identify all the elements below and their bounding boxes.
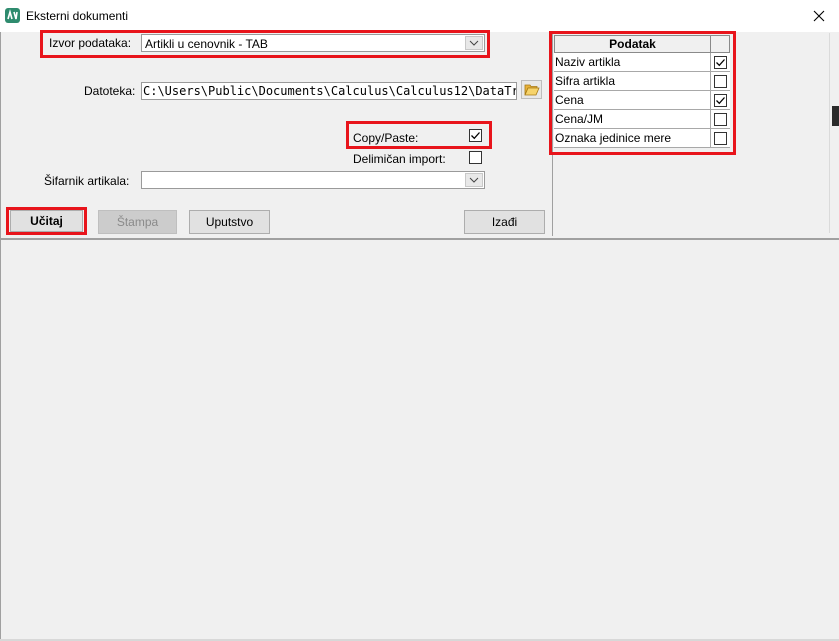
field-cell bbox=[711, 91, 730, 109]
checkmark-icon bbox=[471, 132, 480, 140]
item-catalog-select[interactable] bbox=[141, 171, 485, 189]
field-name: Oznaka jedinice mere bbox=[554, 129, 711, 147]
field-name: Cena bbox=[554, 91, 711, 109]
partial-import-checkbox[interactable] bbox=[469, 151, 482, 164]
field-name: Naziv artikla bbox=[554, 53, 711, 71]
table-row[interactable]: Oznaka jedinice mere bbox=[554, 129, 730, 148]
table-row[interactable]: Sifra artikla bbox=[554, 72, 730, 91]
field-cell bbox=[711, 53, 730, 71]
close-button[interactable] bbox=[810, 7, 828, 25]
chevron-down-icon[interactable] bbox=[465, 173, 483, 187]
field-cell bbox=[711, 110, 730, 128]
file-path-input[interactable]: C:\Users\Public\Documents\Calculus\Calcu… bbox=[141, 82, 517, 100]
calculus-logo-icon bbox=[5, 8, 20, 23]
copy-paste-checkbox[interactable] bbox=[469, 129, 482, 142]
checkmark-icon bbox=[716, 58, 725, 66]
field-name: Sifra artikla bbox=[554, 72, 711, 90]
field-name: Cena/JM bbox=[554, 110, 711, 128]
field-checkbox[interactable] bbox=[714, 74, 727, 88]
data-fields-table: Podatak Naziv artikla Sifra artikla Cena Ce… bbox=[554, 35, 730, 148]
source-select-value: Artikli u cenovnik - TAB bbox=[145, 37, 268, 51]
table-row[interactable]: Cena/JM bbox=[554, 110, 730, 129]
load-button[interactable]: Učitaj bbox=[10, 210, 83, 232]
print-button: Štampa bbox=[98, 210, 177, 234]
field-checkbox[interactable] bbox=[714, 55, 727, 69]
field-cell bbox=[711, 72, 730, 90]
column-header-check bbox=[711, 35, 730, 53]
table-row[interactable]: Cena bbox=[554, 91, 730, 110]
source-label: Izvor podataka: bbox=[49, 36, 132, 50]
item-catalog-label: Šifarnik artikala: bbox=[44, 174, 130, 188]
file-label: Datoteka: bbox=[84, 84, 136, 98]
field-checkbox[interactable] bbox=[714, 112, 727, 126]
exit-button[interactable]: Izađi bbox=[464, 210, 545, 234]
copy-paste-label: Copy/Paste: bbox=[353, 131, 419, 145]
browse-folder-button[interactable] bbox=[521, 80, 542, 99]
close-icon bbox=[813, 10, 825, 22]
checkmark-icon bbox=[716, 96, 725, 104]
field-checkbox[interactable] bbox=[714, 93, 727, 107]
partial-import-label: Delimičan import: bbox=[353, 152, 446, 166]
window-title: Eksterni dokumenti bbox=[26, 9, 129, 23]
chevron-down-icon[interactable] bbox=[465, 36, 483, 50]
help-button[interactable]: Uputstvo bbox=[189, 210, 270, 234]
table-row[interactable]: Naziv artikla bbox=[554, 53, 730, 72]
column-header-podatak[interactable]: Podatak bbox=[554, 35, 711, 53]
field-cell bbox=[711, 129, 730, 147]
right-edge-strip bbox=[829, 33, 839, 233]
preview-area bbox=[1, 240, 839, 639]
field-checkbox[interactable] bbox=[714, 131, 727, 145]
scroll-marker bbox=[832, 106, 839, 126]
folder-open-icon bbox=[523, 84, 540, 96]
source-select[interactable]: Artikli u cenovnik - TAB bbox=[141, 34, 485, 52]
